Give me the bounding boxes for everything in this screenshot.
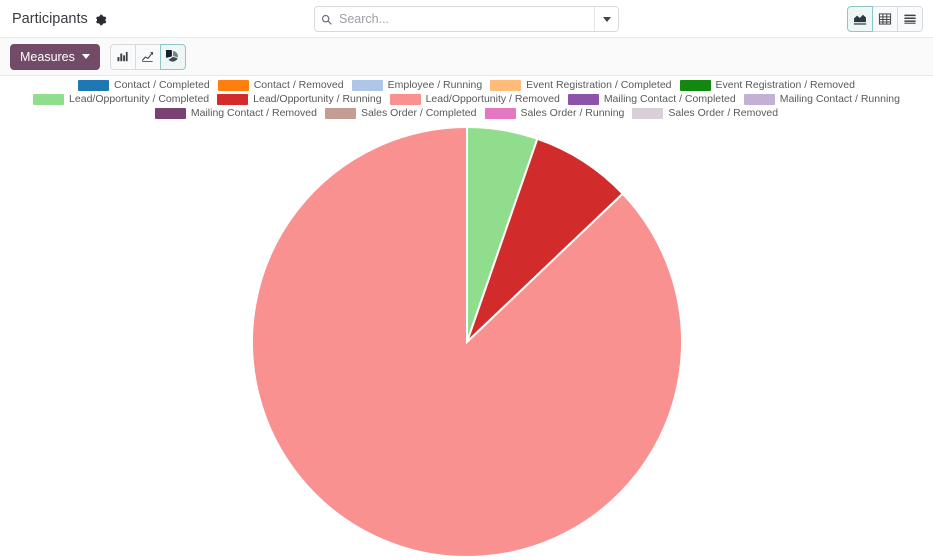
- legend-item[interactable]: Sales Order / Removed: [632, 107, 778, 119]
- search-input[interactable]: [337, 12, 594, 26]
- legend-label: Event Registration / Completed: [526, 79, 672, 91]
- legend-swatch: [679, 79, 711, 91]
- graph-view-page: Participants Search... Measures Contact …: [0, 0, 933, 560]
- legend-swatch: [217, 79, 249, 91]
- chart-legend: Contact / Completed Contact / Removed Empl…: [0, 78, 933, 120]
- legend-swatch: [33, 93, 65, 105]
- legend-swatch: [217, 93, 249, 105]
- legend-swatch: [389, 93, 421, 105]
- legend-label: Lead/Opportunity / Running: [253, 93, 382, 105]
- legend-item[interactable]: Mailing Contact / Removed: [154, 107, 317, 119]
- measures-button[interactable]: Measures: [10, 43, 100, 70]
- view-switcher-graph[interactable]: [847, 6, 873, 32]
- control-panel: Participants: [0, 0, 933, 38]
- legend-label: Sales Order / Running: [520, 107, 625, 119]
- legend-item[interactable]: Mailing Contact / Completed: [567, 93, 736, 105]
- legend-label: Sales Order / Completed: [360, 107, 477, 119]
- legend-item[interactable]: Employee / Running: [351, 79, 483, 91]
- legend-item[interactable]: Sales Order / Running: [484, 107, 625, 119]
- legend-label: Mailing Contact / Completed: [603, 93, 736, 105]
- legend-label: Lead/Opportunity / Completed: [69, 93, 210, 105]
- legend-swatch: [154, 107, 186, 119]
- chart-type-switcher: [109, 43, 186, 70]
- pie-slice[interactable]: [466, 125, 539, 343]
- legend-item[interactable]: Event Registration / Removed: [679, 79, 855, 91]
- legend-swatch: [351, 79, 383, 91]
- legend-item[interactable]: Sales Order / Completed: [324, 107, 477, 119]
- measures-button-label: Measures: [20, 49, 75, 64]
- legend-item[interactable]: Mailing Contact / Running: [743, 93, 900, 105]
- chart-type-bar[interactable]: [109, 43, 136, 70]
- legend-item[interactable]: Event Registration / Completed: [490, 79, 672, 91]
- chevron-down-icon: [81, 54, 90, 59]
- legend-swatch: [743, 93, 775, 105]
- legend-label: Employee / Running: [387, 79, 483, 91]
- chart-type-pie[interactable]: [159, 43, 186, 70]
- legend-swatch: [78, 79, 109, 91]
- search-bar[interactable]: [314, 6, 619, 32]
- legend-swatch: [324, 107, 356, 119]
- pie-slice[interactable]: [251, 125, 683, 558]
- chart-type-line[interactable]: [134, 43, 161, 70]
- legend-item[interactable]: Contact / Removed: [217, 79, 344, 91]
- view-switcher: [847, 6, 923, 32]
- legend-label: Contact / Completed: [114, 79, 210, 91]
- legend-swatch: [567, 93, 599, 105]
- graph-renderer: Contact / Completed Contact / Removed Empl…: [0, 76, 933, 559]
- legend-label: Contact / Removed: [253, 79, 344, 91]
- pie-chart-canvas: [251, 125, 683, 558]
- pie-slice[interactable]: [466, 137, 625, 343]
- chart-control-bar: Measures: [0, 38, 933, 76]
- legend-item[interactable]: Lead/Opportunity / Removed: [389, 93, 560, 105]
- page-title: Participants: [12, 10, 88, 27]
- pie-chart: [0, 76, 933, 559]
- legend-label: Sales Order / Removed: [668, 107, 779, 119]
- legend-swatch: [484, 107, 516, 119]
- view-switcher-pivot[interactable]: [872, 6, 898, 32]
- breadcrumb: Participants: [0, 11, 107, 27]
- legend-swatch: [490, 79, 522, 91]
- legend-swatch: [632, 107, 664, 119]
- legend-item[interactable]: Lead/Opportunity / Completed: [33, 93, 209, 105]
- chevron-down-icon: [602, 16, 611, 22]
- search-icon: [315, 14, 337, 25]
- search-dropdown-toggle[interactable]: [594, 7, 618, 31]
- view-switcher-list[interactable]: [897, 6, 923, 32]
- legend-label: Event Registration / Removed: [715, 79, 855, 91]
- legend-label: Mailing Contact / Removed: [190, 107, 317, 119]
- legend-item[interactable]: Contact / Completed: [78, 79, 210, 91]
- legend-label: Lead/Opportunity / Removed: [425, 93, 560, 105]
- legend-label: Mailing Contact / Running: [779, 93, 900, 105]
- gear-icon[interactable]: [95, 14, 107, 26]
- legend-item[interactable]: Lead/Opportunity / Running: [217, 93, 382, 105]
